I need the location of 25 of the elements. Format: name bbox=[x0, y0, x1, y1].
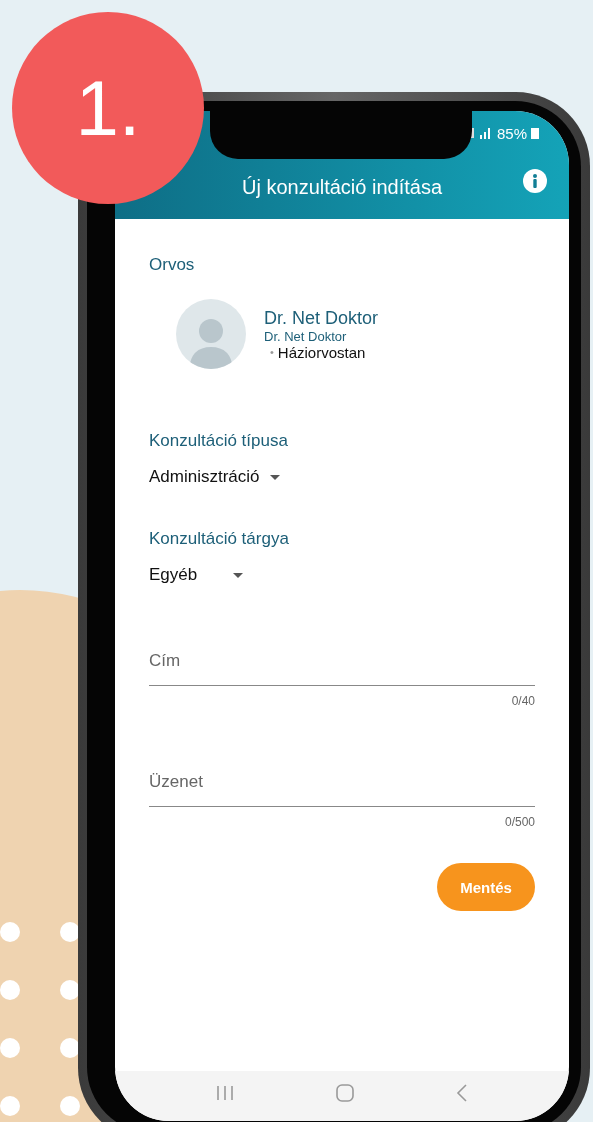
recent-apps-button[interactable] bbox=[216, 1085, 234, 1101]
caret-icon bbox=[269, 474, 280, 480]
field-label: Konzultáció tárgya bbox=[149, 529, 290, 549]
battery-percent: 85% bbox=[496, 124, 527, 142]
field-label: Konzultáció típusa bbox=[149, 431, 289, 451]
info-icon bbox=[533, 174, 537, 188]
character-counter: 0/40 bbox=[511, 694, 535, 708]
info-button[interactable] bbox=[523, 169, 547, 193]
input-field[interactable]: Cím bbox=[149, 639, 535, 686]
section-label: Orvos bbox=[149, 255, 196, 275]
step-badge: 1. bbox=[12, 12, 204, 204]
battery-icon bbox=[531, 127, 539, 139]
input-field[interactable]: Üzenet bbox=[149, 760, 535, 807]
doctor-subtitle: Dr. Net Doktor bbox=[264, 328, 348, 344]
doctor-name: Dr. Net Doktor bbox=[264, 307, 379, 329]
screen-title: Új konzultáció indítása bbox=[241, 175, 443, 199]
dropdown[interactable]: Adminisztráció bbox=[149, 467, 280, 487]
back-button[interactable] bbox=[456, 1084, 468, 1102]
home-button[interactable] bbox=[336, 1084, 354, 1102]
doctor-specialty: Háziorvostan bbox=[277, 343, 366, 361]
caret-icon bbox=[233, 572, 243, 578]
bullet: • bbox=[270, 346, 274, 358]
signal-icon bbox=[470, 126, 493, 140]
dropdown[interactable]: Egyéb bbox=[149, 565, 243, 585]
character-counter: 0/500 bbox=[504, 815, 535, 829]
